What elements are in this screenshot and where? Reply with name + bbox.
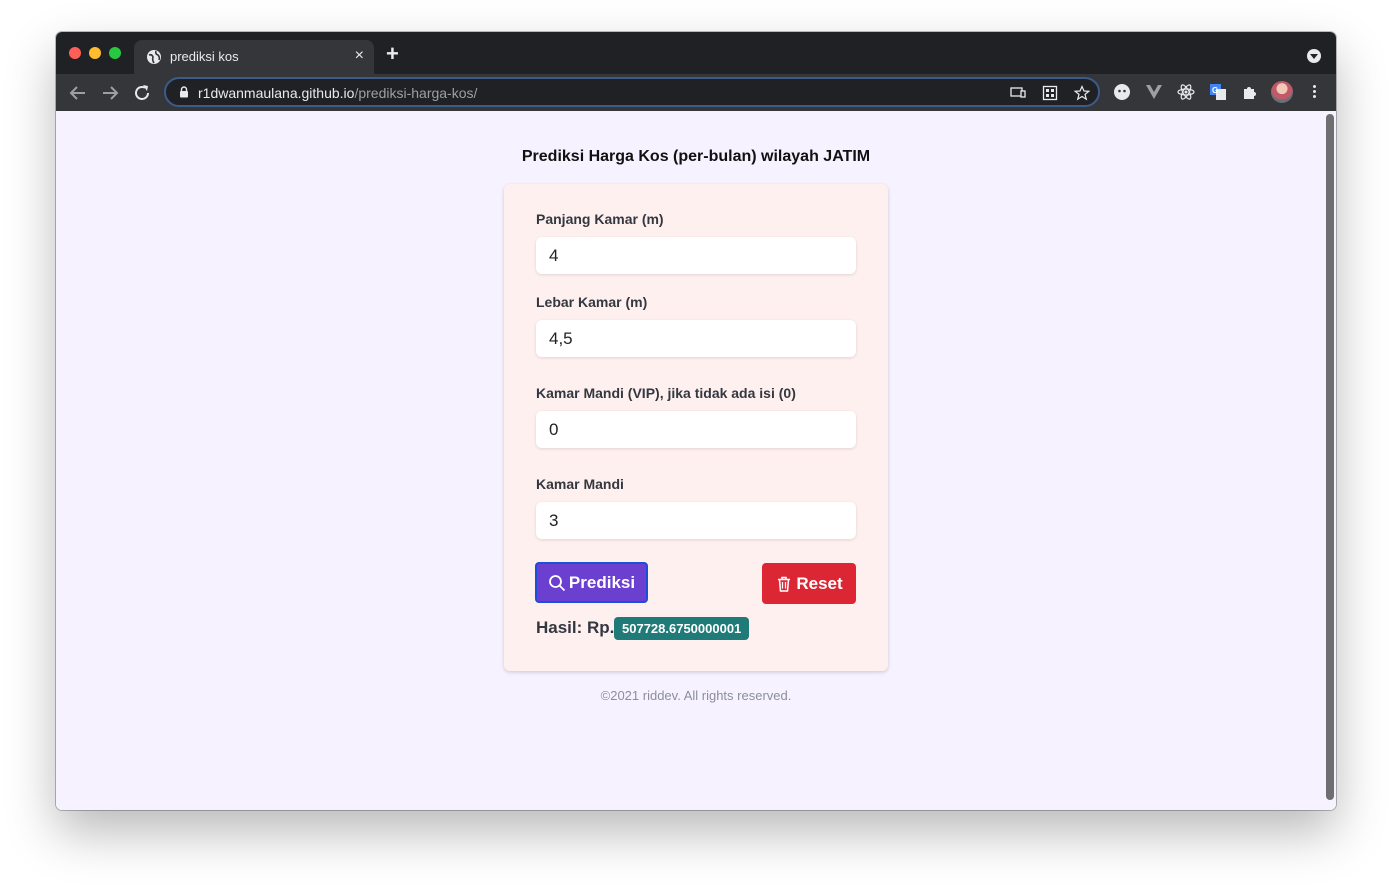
minimize-window-button[interactable] <box>89 47 101 59</box>
reset-button-label: Reset <box>796 573 843 593</box>
globe-icon <box>147 50 161 64</box>
new-tab-button[interactable]: + <box>386 43 399 65</box>
extensions-puzzle-icon[interactable] <box>1241 83 1259 101</box>
predict-button-label: Prediksi <box>568 572 636 592</box>
browser-menu-icon[interactable] <box>1311 83 1317 103</box>
predict-button[interactable]: Prediksi <box>535 562 648 603</box>
url-text: r1dwanmaulana.github.io/prediksi-harga-k… <box>198 85 477 101</box>
tab-search-icon[interactable] <box>1307 49 1321 63</box>
lock-icon[interactable] <box>178 86 190 98</box>
profile-avatar[interactable] <box>1271 81 1293 103</box>
browser-toolbar: r1dwanmaulana.github.io/prediksi-harga-k… <box>56 74 1336 111</box>
url-path: /prediksi-harga-kos/ <box>354 85 478 101</box>
kamar-mandi-input[interactable] <box>536 502 856 539</box>
react-devtools-icon[interactable] <box>1177 83 1195 101</box>
qr-code-icon[interactable] <box>1042 85 1058 101</box>
lebar-kamar-input[interactable] <box>536 320 856 357</box>
page-viewport: Prediksi Harga Kos (per-bulan) wilayah J… <box>56 111 1336 810</box>
prediction-form-card: Panjang Kamar (m) Lebar Kamar (m) Kamar … <box>504 184 888 671</box>
svg-text:G: G <box>1212 86 1218 95</box>
address-bar[interactable]: r1dwanmaulana.github.io/prediksi-harga-k… <box>164 77 1100 107</box>
google-translate-icon[interactable]: G <box>1209 83 1227 101</box>
forward-icon[interactable] <box>98 81 122 105</box>
tab-bar: prediksi kos × + <box>56 32 1336 74</box>
tab-title: prediksi kos <box>170 49 239 64</box>
reload-icon[interactable] <box>130 81 154 105</box>
back-icon[interactable] <box>66 81 90 105</box>
bookmark-star-icon[interactable] <box>1074 85 1090 101</box>
result-label: Hasil: Rp. <box>536 618 615 637</box>
kamar-mandi-vip-input[interactable] <box>536 411 856 448</box>
reset-button[interactable]: Reset <box>762 563 856 604</box>
browser-tab[interactable]: prediksi kos × <box>134 40 374 74</box>
maximize-window-button[interactable] <box>109 47 121 59</box>
lebar-kamar-label: Lebar Kamar (m) <box>536 294 648 310</box>
url-host: r1dwanmaulana.github.io <box>198 85 355 101</box>
extension-face-icon[interactable] <box>1113 83 1131 101</box>
trash-icon <box>778 576 791 592</box>
close-window-button[interactable] <box>69 47 81 59</box>
kamar-mandi-label: Kamar Mandi <box>536 476 624 492</box>
footer-copyright: ©2021 riddev. All rights reserved. <box>600 688 792 703</box>
page-scrollbar[interactable] <box>1326 114 1334 800</box>
tab-close-icon[interactable]: × <box>355 47 364 65</box>
vue-devtools-icon[interactable] <box>1145 83 1163 101</box>
page-title: Prediksi Harga Kos (per-bulan) wilayah J… <box>521 148 871 165</box>
result-value-badge: 507728.6750000001 <box>614 617 750 640</box>
browser-window: prediksi kos × + r1dwanmaulana.github.io… <box>56 32 1336 810</box>
cast-icon[interactable] <box>1010 85 1026 101</box>
panjang-kamar-label: Panjang Kamar (m) <box>536 211 664 227</box>
search-icon <box>549 574 566 591</box>
kamar-mandi-vip-label: Kamar Mandi (VIP), jika tidak ada isi (0… <box>536 385 796 401</box>
panjang-kamar-input[interactable] <box>536 237 856 274</box>
